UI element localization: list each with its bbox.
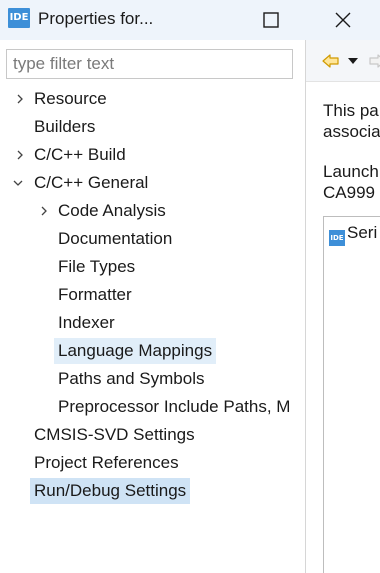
tree-item-label: Builders <box>34 117 96 136</box>
launch-config-label: Launch CA999 <box>323 161 379 203</box>
close-button[interactable] <box>320 0 366 40</box>
tree-item-label: CMSIS-SVD Settings <box>34 425 195 444</box>
tree-item-cpp-general[interactable]: C/C++ General <box>10 170 152 196</box>
title-bar: IDE Properties for... <box>0 0 380 40</box>
launch-label-line: Launch <box>323 162 379 181</box>
ide-app-icon: IDE <box>8 8 30 28</box>
tree-item-file-types[interactable]: File Types <box>34 254 139 280</box>
dropdown-arrow-icon[interactable] <box>347 57 359 65</box>
tree-item-resource[interactable]: Resource <box>10 86 111 112</box>
tree-item-run-debug-settings[interactable]: Run/Debug Settings <box>10 478 191 504</box>
chevron-down-icon[interactable] <box>12 177 24 189</box>
tree-item-preprocessor-include-paths[interactable]: Preprocessor Include Paths, M <box>34 394 294 420</box>
tree-item-label: Resource <box>34 89 107 108</box>
tree-item-label: Formatter <box>58 285 132 304</box>
tree-item-label: Documentation <box>58 229 173 248</box>
window-title: Properties for... <box>38 9 154 28</box>
page-description: This pa associa <box>323 100 380 142</box>
launch-label-line: CA999 <box>323 183 375 202</box>
chevron-right-icon[interactable] <box>14 149 26 161</box>
tree-item-code-analysis[interactable]: Code Analysis <box>34 198 170 224</box>
tree-item-language-mappings[interactable]: Language Mappings <box>34 338 217 364</box>
forward-arrow-icon[interactable] <box>368 53 380 69</box>
tree-item-label: Language Mappings <box>54 338 217 364</box>
tree-item-cmsis-svd-settings[interactable]: CMSIS-SVD Settings <box>10 422 199 448</box>
launch-config-list[interactable]: IDE Seri <box>323 216 380 573</box>
ide-config-icon: IDE <box>329 230 345 246</box>
config-item-label: Seri <box>347 223 378 242</box>
maximize-button[interactable] <box>248 0 294 40</box>
tree-item-label: Paths and Symbols <box>58 369 205 388</box>
tree-item-paths-and-symbols[interactable]: Paths and Symbols <box>34 366 208 392</box>
properties-nav-pane: Resource Builders C/C++ Build C/C++ Gene… <box>0 40 305 573</box>
tree-item-label: C/C++ Build <box>34 145 126 164</box>
property-page-content: This pa associa Launch CA999 IDE Seri <box>306 40 380 573</box>
tree-item-indexer[interactable]: Indexer <box>34 310 119 336</box>
tree-item-label: Project References <box>34 453 179 472</box>
tree-item-label: Preprocessor Include Paths, M <box>58 397 291 416</box>
maximize-icon <box>263 12 279 28</box>
description-line: associa <box>323 122 380 141</box>
tree-item-project-references[interactable]: Project References <box>10 450 183 476</box>
tree-item-label: Indexer <box>58 313 115 332</box>
tree-item-cpp-build[interactable]: C/C++ Build <box>10 142 130 168</box>
chevron-right-icon[interactable] <box>38 205 50 217</box>
list-item[interactable]: IDE Seri <box>329 223 377 246</box>
close-icon <box>335 12 351 28</box>
tree-item-label: Code Analysis <box>58 201 166 220</box>
tree-item-formatter[interactable]: Formatter <box>34 282 136 308</box>
page-nav-toolbar <box>306 40 380 82</box>
tree-item-builders[interactable]: Builders <box>10 114 99 140</box>
filter-input[interactable] <box>6 49 293 79</box>
tree-item-label: C/C++ General <box>34 173 149 192</box>
back-arrow-icon[interactable] <box>322 53 340 69</box>
description-line: This pa <box>323 101 379 120</box>
chevron-right-icon[interactable] <box>14 93 26 105</box>
tree-item-label: Run/Debug Settings <box>30 478 191 504</box>
tree-item-documentation[interactable]: Documentation <box>34 226 176 252</box>
tree-item-label: File Types <box>58 257 136 276</box>
